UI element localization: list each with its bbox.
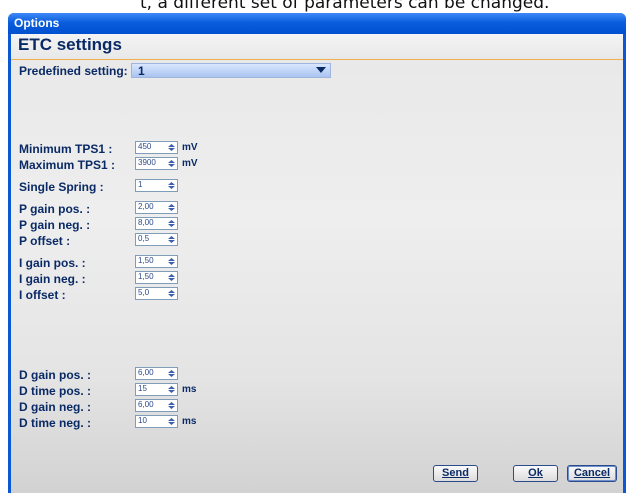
chevron-down-icon xyxy=(316,67,326,73)
d-time-neg-value: 10 xyxy=(138,416,147,425)
d-gain-neg-spinner[interactable]: 6,00 xyxy=(135,399,178,412)
spin-arrows-icon[interactable] xyxy=(167,203,176,212)
ok-button-label: Ok xyxy=(528,467,543,479)
options-window: Options ETC settings Predefined setting:… xyxy=(8,13,626,493)
d-gain-neg-value: 6,00 xyxy=(138,400,154,409)
min-tps1-value: 450 xyxy=(138,142,152,151)
max-tps1-value: 3900 xyxy=(138,158,156,167)
window-title: Options xyxy=(14,16,60,30)
send-button[interactable]: Send xyxy=(433,465,478,482)
spin-arrows-icon[interactable] xyxy=(167,219,176,228)
ok-button[interactable]: Ok xyxy=(513,465,558,482)
document-caption: t, a different set of parameters can be … xyxy=(140,0,550,13)
d-time-pos-spinner[interactable]: 15 xyxy=(135,383,178,396)
spin-arrows-icon[interactable] xyxy=(167,181,176,190)
p-gain-neg-value: 8,00 xyxy=(138,218,154,227)
section-title: ETC settings xyxy=(18,35,122,54)
p-gain-pos-spinner[interactable]: 2,00 xyxy=(135,201,178,214)
spin-arrows-icon[interactable] xyxy=(167,159,176,168)
d-time-pos-unit: ms xyxy=(182,384,197,395)
send-button-label: Send xyxy=(442,467,469,479)
min-tps1-label: Minimum TPS1 : xyxy=(19,142,113,156)
section-header: ETC settings xyxy=(11,34,623,60)
spin-arrows-icon[interactable] xyxy=(167,417,176,426)
single-spring-label: Single Spring : xyxy=(19,180,104,194)
single-spring-spinner[interactable]: 1 xyxy=(135,179,178,192)
p-gain-neg-label: P gain neg. : xyxy=(19,218,91,232)
p-offset-value: 0,5 xyxy=(138,234,150,243)
i-gain-neg-label: I gain neg. : xyxy=(19,272,86,286)
min-tps1-spinner[interactable]: 450 xyxy=(135,141,178,154)
i-gain-neg-value: 1,50 xyxy=(138,272,154,281)
spin-arrows-icon[interactable] xyxy=(167,289,176,298)
d-gain-pos-label: D gain pos. : xyxy=(19,368,91,382)
max-tps1-label: Maximum TPS1 : xyxy=(19,158,116,172)
spin-arrows-icon[interactable] xyxy=(167,257,176,266)
d-gain-neg-label: D gain neg. : xyxy=(19,400,91,414)
spin-arrows-icon[interactable] xyxy=(167,385,176,394)
cancel-button-label: Cancel xyxy=(573,467,611,479)
predefined-setting-value: 1 xyxy=(138,64,145,78)
d-time-neg-label: D time neg. : xyxy=(19,416,92,430)
i-gain-pos-value: 1,50 xyxy=(138,256,154,265)
max-tps1-spinner[interactable]: 3900 xyxy=(135,157,178,170)
p-gain-neg-spinner[interactable]: 8,00 xyxy=(135,217,178,230)
p-gain-pos-label: P gain pos. : xyxy=(19,202,91,216)
spin-arrows-icon[interactable] xyxy=(167,369,176,378)
d-gain-pos-spinner[interactable]: 6,00 xyxy=(135,367,178,380)
d-time-pos-label: D time pos. : xyxy=(19,384,92,398)
spin-arrows-icon[interactable] xyxy=(167,273,176,282)
i-offset-label: I offset : xyxy=(19,288,66,302)
i-gain-neg-spinner[interactable]: 1,50 xyxy=(135,271,178,284)
client-area: ETC settings Predefined setting: 1 Minim… xyxy=(11,34,623,493)
spin-arrows-icon[interactable] xyxy=(167,235,176,244)
single-spring-value: 1 xyxy=(138,180,143,189)
p-gain-pos-value: 2,00 xyxy=(138,202,154,211)
cancel-button[interactable]: Cancel xyxy=(567,465,617,482)
d-time-pos-value: 15 xyxy=(138,384,147,393)
spin-arrows-icon[interactable] xyxy=(167,143,176,152)
d-time-neg-spinner[interactable]: 10 xyxy=(135,415,178,428)
max-tps1-unit: mV xyxy=(182,158,198,169)
min-tps1-unit: mV xyxy=(182,142,198,153)
predefined-setting-label: Predefined setting: xyxy=(19,64,128,78)
d-time-neg-unit: ms xyxy=(182,416,197,427)
p-offset-label: P offset : xyxy=(19,234,71,248)
p-offset-spinner[interactable]: 0,5 xyxy=(135,233,178,246)
spin-arrows-icon[interactable] xyxy=(167,401,176,410)
i-offset-value: 5,0 xyxy=(138,288,150,297)
i-gain-pos-spinner[interactable]: 1,50 xyxy=(135,255,178,268)
i-offset-spinner[interactable]: 5,0 xyxy=(135,287,178,300)
title-bar[interactable]: Options xyxy=(8,13,626,34)
d-gain-pos-value: 6,00 xyxy=(138,368,154,377)
predefined-setting-dropdown[interactable]: 1 xyxy=(131,63,331,78)
i-gain-pos-label: I gain pos. : xyxy=(19,256,86,270)
